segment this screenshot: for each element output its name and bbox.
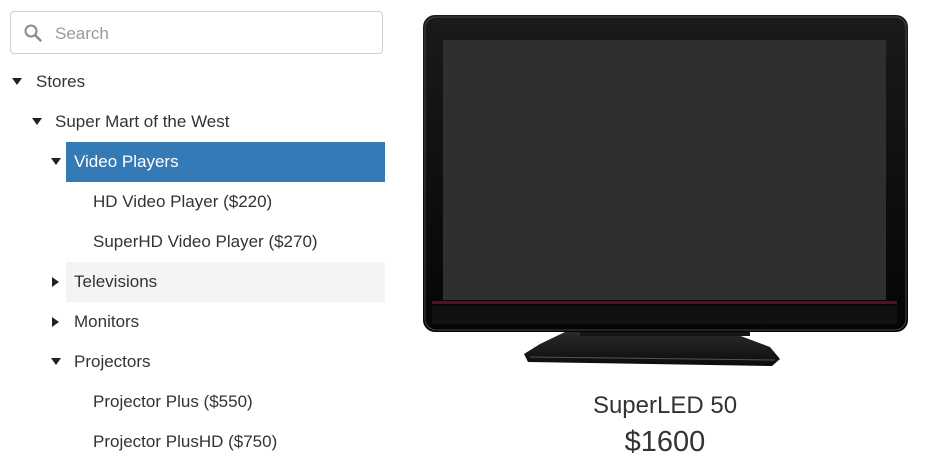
tree-node-televisions[interactable]: Televisions (0, 262, 385, 302)
tree-node-label: Televisions (74, 272, 158, 291)
tree-node-monitors[interactable]: Monitors (0, 302, 385, 342)
caret-down-icon[interactable] (51, 358, 61, 365)
tree-leaf-label: Projector PlusHD ($750) (93, 432, 278, 451)
search-icon (24, 24, 42, 42)
tree-node-store[interactable]: Super Mart of the West (0, 102, 385, 142)
television-image (423, 15, 908, 366)
tree-leaf-label: Projector Plus ($550) (93, 392, 253, 411)
tree-node-label: Video Players (74, 152, 179, 171)
tree-leaf-label: SuperHD Video Player ($270) (93, 232, 318, 251)
caret-down-icon[interactable] (32, 118, 42, 125)
tree-leaf-label: HD Video Player ($220) (93, 192, 273, 211)
product-price: $1600 (624, 426, 706, 458)
caret-right-icon[interactable] (52, 277, 59, 287)
search-input[interactable] (53, 18, 377, 50)
tree-node-projectors[interactable]: Projectors (0, 342, 385, 382)
tree-leaf-hd-video-player[interactable]: HD Video Player ($220) (0, 182, 385, 222)
caret-down-icon[interactable] (12, 78, 22, 85)
search-box[interactable] (10, 11, 383, 54)
tree-node-label: Super Mart of the West (55, 112, 230, 131)
tree-leaf-projector-plus[interactable]: Projector Plus ($550) (0, 382, 385, 422)
tree-leaf-superhd-video-player[interactable]: SuperHD Video Player ($270) (0, 222, 385, 262)
product-name: SuperLED 50 (592, 392, 738, 419)
tree-node-video-players[interactable]: Video Players (0, 142, 385, 182)
tree-node-label: Projectors (74, 352, 151, 371)
tree-leaf-projector-plushd[interactable]: Projector PlusHD ($750) (0, 422, 385, 462)
caret-down-icon[interactable] (51, 158, 61, 165)
tree-node-stores[interactable]: Stores (0, 62, 385, 102)
caret-right-icon[interactable] (52, 317, 59, 327)
tree-node-label: Stores (36, 72, 86, 91)
tree-node-label: Monitors (74, 312, 140, 331)
